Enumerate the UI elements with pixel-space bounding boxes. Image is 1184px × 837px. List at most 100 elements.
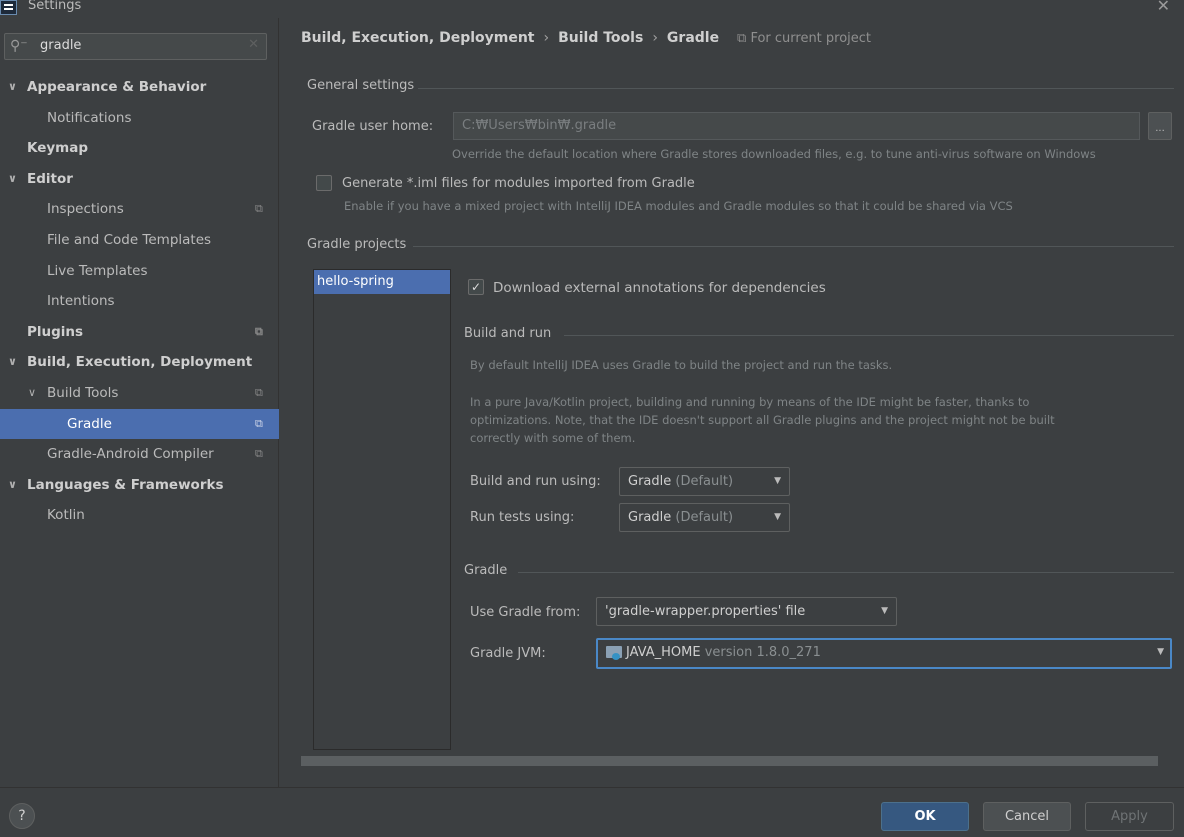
ok-button[interactable]: OK <box>881 802 969 831</box>
sidebar-item-languages-frameworks[interactable]: ∨ Languages & Frameworks <box>0 470 279 500</box>
tests-using-suffix: (Default) <box>675 510 734 525</box>
sidebar-item-label: Build, Execution, Deployment <box>27 354 253 370</box>
settings-search-input[interactable]: ⚲⁻ gradle ✕ <box>4 33 267 60</box>
sidebar-item-label: Live Templates <box>47 263 148 279</box>
gradle-section-title: Gradle <box>464 563 508 578</box>
sidebar-item-editor[interactable]: ∨ Editor <box>0 164 279 194</box>
project-scope-icon: ⧉ <box>255 202 263 215</box>
sidebar-item-build-tools[interactable]: ∨ Build Tools ⧉ <box>0 378 279 408</box>
horizontal-scrollbar[interactable] <box>301 756 1158 766</box>
sidebar-item-plugins[interactable]: Plugins ⧉ <box>0 317 279 347</box>
sidebar-item-label: Intentions <box>47 293 115 309</box>
sidebar-item-notifications[interactable]: Notifications <box>0 103 279 133</box>
sidebar-item-label: File and Code Templates <box>47 232 212 248</box>
gradle-projects-title: Gradle projects <box>307 237 407 252</box>
download-annotations-checkbox[interactable]: ✓ <box>468 279 484 295</box>
sidebar-item-build-execution-deployment[interactable]: ∨ Build, Execution, Deployment <box>0 347 279 377</box>
sidebar-item-kotlin[interactable]: Kotlin <box>0 500 279 530</box>
gradle-jvm-version: version 1.8.0_271 <box>704 645 821 660</box>
breadcrumb-item: Build Tools <box>558 30 644 46</box>
gradle-settings-panel: Build, Execution, Deployment › Build Tools… <box>280 18 1184 787</box>
gradle-user-home-hint: Override the default location where Grad… <box>452 147 1096 161</box>
cancel-button[interactable]: Cancel <box>983 802 1071 831</box>
breadcrumb: Build, Execution, Deployment › Build Tools… <box>301 30 719 46</box>
sidebar-item-appearance-behavior[interactable]: ∨ Appearance & Behavior <box>0 72 279 102</box>
section-divider <box>413 246 1174 247</box>
sidebar-item-label: Appearance & Behavior <box>27 79 207 95</box>
dropdown-arrow-icon: ▼ <box>774 512 781 522</box>
intellij-app-icon <box>0 0 17 15</box>
sidebar-item-label: Plugins <box>27 324 84 340</box>
run-tests-using-dropdown[interactable]: Gradle (Default) ▼ <box>619 503 790 532</box>
use-gradle-from-dropdown[interactable]: 'gradle-wrapper.properties' file ▼ <box>596 597 897 626</box>
project-scope-icon: ⧉ <box>255 417 263 430</box>
use-gradle-from-value: 'gradle-wrapper.properties' file <box>605 604 806 619</box>
apply-button[interactable]: Apply <box>1085 802 1174 831</box>
close-icon[interactable]: ✕ <box>1157 0 1170 15</box>
dialog-footer: ? OK Cancel Apply <box>0 787 1184 837</box>
copy-icon: ⧉ <box>737 31 747 46</box>
gradle-jvm-label: Gradle JVM: <box>470 646 546 661</box>
gradle-user-home-label: Gradle user home: <box>312 119 434 134</box>
sidebar-item-live-templates[interactable]: Live Templates <box>0 256 279 286</box>
sidebar-item-label: Notifications <box>47 110 132 126</box>
sidebar-item-label: Gradle <box>67 416 112 432</box>
build-and-run-using-label: Build and run using: <box>470 474 601 489</box>
build-run-note-line: optimizations. Note, that the IDE doesn'… <box>470 413 1055 427</box>
sidebar-item-label: Editor <box>27 171 73 187</box>
generate-iml-hint: Enable if you have a mixed project with … <box>344 199 1013 213</box>
chevron-down-icon[interactable]: ∨ <box>8 72 17 102</box>
use-gradle-from-label: Use Gradle from: <box>470 605 581 620</box>
dropdown-arrow-icon: ▼ <box>881 606 888 616</box>
scope-label: For current project <box>750 31 872 46</box>
build-and-run-using-dropdown[interactable]: Gradle (Default) ▼ <box>619 467 790 496</box>
dropdown-arrow-icon: ▼ <box>774 476 781 486</box>
chevron-down-icon[interactable]: ∨ <box>8 470 17 500</box>
run-tests-using-label: Run tests using: <box>470 510 575 525</box>
generate-iml-label: Generate *.iml files for modules importe… <box>342 176 695 191</box>
build-run-note-line: correctly with some of them. <box>470 431 636 445</box>
sidebar-item-label: Gradle-Android Compiler <box>47 446 214 462</box>
gradle-projects-list[interactable]: hello-spring <box>313 269 451 750</box>
settings-sidebar: ⚲⁻ gradle ✕ ∨ Appearance & Behavior Notifi… <box>0 18 279 787</box>
build-and-run-title: Build and run <box>464 326 552 341</box>
sidebar-item-label: Inspections <box>47 201 124 217</box>
breadcrumb-separator: › <box>543 30 550 46</box>
chevron-down-icon[interactable]: ∨ <box>8 347 17 377</box>
search-icon: ⚲⁻ <box>10 38 28 54</box>
help-button[interactable]: ? <box>9 803 35 829</box>
build-run-note-line: In a pure Java/Kotlin project, building … <box>470 395 1030 409</box>
project-item-hello-spring[interactable]: hello-spring <box>314 270 450 294</box>
scope-indicator: ⧉ For current project <box>737 31 871 46</box>
project-scope-icon: ⧉ <box>255 325 263 338</box>
title-bar: Settings ✕ <box>0 0 1184 18</box>
build-run-description: By default IntelliJ IDEA uses Gradle to … <box>470 358 893 372</box>
gradle-jvm-value: JAVA_HOME <box>626 645 701 660</box>
build-using-value: Gradle <box>628 474 672 489</box>
sidebar-item-intentions[interactable]: Intentions <box>0 286 279 316</box>
section-divider <box>518 572 1174 573</box>
clear-search-icon[interactable]: ✕ <box>248 37 259 52</box>
download-annotations-label: Download external annotations for depend… <box>493 280 826 296</box>
generate-iml-checkbox[interactable] <box>316 175 332 191</box>
sidebar-item-gradle-android-compiler[interactable]: Gradle-Android Compiler ⧉ <box>0 439 279 469</box>
gradle-user-home-field[interactable]: C:₩Users₩bin₩.gradle <box>453 112 1140 140</box>
sidebar-item-inspections[interactable]: Inspections ⧉ <box>0 194 279 224</box>
section-divider <box>418 88 1174 89</box>
dropdown-arrow-icon: ▼ <box>1157 647 1164 657</box>
chevron-down-icon[interactable]: ∨ <box>28 378 36 408</box>
breadcrumb-item: Gradle <box>666 30 720 46</box>
project-scope-icon: ⧉ <box>255 386 263 399</box>
section-divider <box>564 335 1174 336</box>
sidebar-item-keymap[interactable]: Keymap <box>0 133 279 163</box>
sidebar-item-file-and-code-templates[interactable]: File and Code Templates <box>0 225 279 255</box>
jdk-folder-icon <box>606 645 622 660</box>
gradle-jvm-dropdown[interactable]: JAVA_HOME version 1.8.0_271 ▼ <box>596 638 1172 669</box>
browse-button[interactable]: ... <box>1148 112 1172 140</box>
project-scope-icon: ⧉ <box>255 447 263 460</box>
build-using-suffix: (Default) <box>675 474 734 489</box>
tests-using-value: Gradle <box>628 510 672 525</box>
sidebar-item-label: Build Tools <box>47 385 119 401</box>
chevron-down-icon[interactable]: ∨ <box>8 164 17 194</box>
sidebar-item-gradle[interactable]: Gradle ⧉ <box>0 409 279 439</box>
